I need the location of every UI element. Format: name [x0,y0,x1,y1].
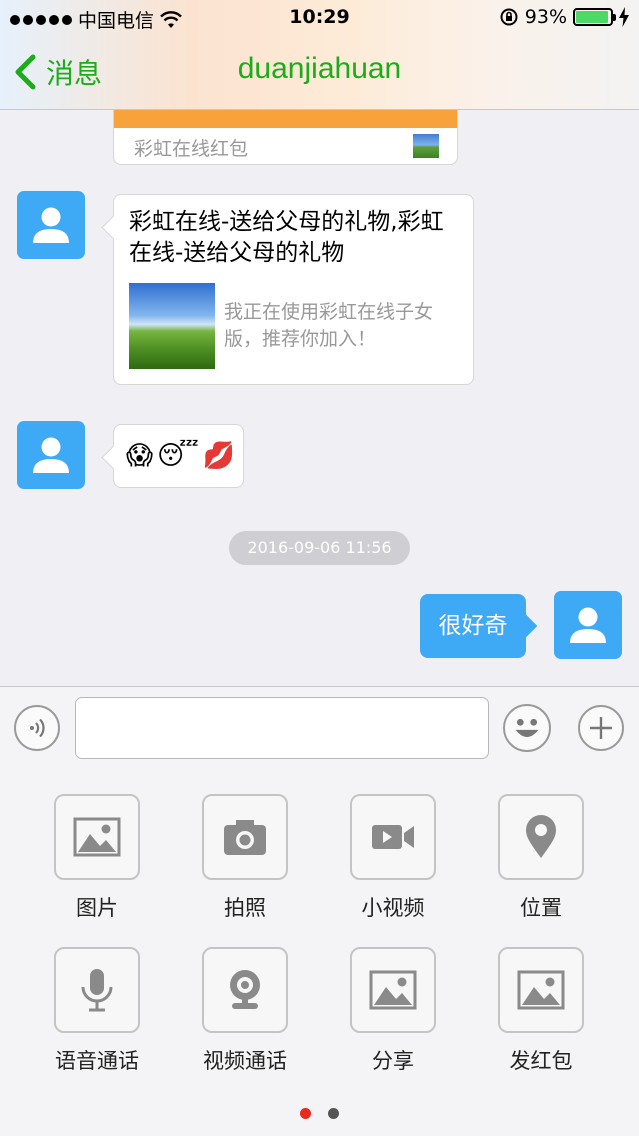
page-indicator[interactable] [0,1108,639,1119]
card-header-bar [114,110,457,128]
message-timestamp: 2016-09-06 11:56 [229,531,410,565]
video-tile [350,794,436,880]
panel-item-label: 分享 [372,1049,414,1073]
panel-item-label: 位置 [520,896,562,920]
kiss-mark-emoji: 💋 [202,441,236,471]
microphone-icon [81,969,113,1012]
panel-item-camera[interactable]: 拍照 [185,768,305,920]
red-packet-card[interactable]: 彩虹在线红包 [113,110,458,165]
scream-emoji: 😱 [126,441,154,471]
charging-bolt-icon [619,7,629,27]
link-card-thumbnail [129,283,215,369]
more-options-button[interactable] [578,705,624,751]
panel-item-label: 小视频 [361,896,425,920]
voice-wave-icon [30,718,45,738]
contact-avatar[interactable] [17,191,85,259]
voice-input-button[interactable] [14,705,60,751]
image-icon [517,970,565,1010]
link-card-message[interactable]: 彩虹在线-送给父母的礼物,彩虹在线-送给父母的礼物 我正在使用彩虹在线子女版，推… [113,194,474,385]
panel-item-short-video[interactable]: 小视频 [333,768,453,920]
my-avatar[interactable] [554,591,622,659]
page-dot[interactable] [300,1108,311,1119]
panel-item-label: 图片 [76,896,118,920]
emoji-button[interactable] [503,704,551,752]
plus-icon [590,717,612,739]
card-thumbnail [413,134,439,158]
video-icon [372,825,414,849]
contact-avatar[interactable] [17,421,85,489]
location-tile [498,794,584,880]
panel-item-label: 视频通话 [203,1049,287,1073]
webcam-icon [230,970,260,1009]
panel-item-video-call[interactable]: 视频通话 [185,921,305,1073]
status-bar: 中国电信 10:29 93% [0,0,639,36]
image-icon [369,970,417,1010]
panel-item-photos[interactable]: 图片 [37,768,157,920]
page-dot[interactable] [328,1108,339,1119]
voice-call-tile [54,947,140,1033]
photo-tile [54,794,140,880]
user-icon [33,207,69,243]
panel-item-voice-call[interactable]: 语音通话 [37,921,157,1073]
smiley-icon [515,718,539,738]
battery-icon [573,8,616,26]
red-packet-card-title: 彩虹在线红包 [134,138,249,160]
input-bar [0,686,639,768]
camera-tile [202,794,288,880]
sleeping-emoji: 😴 [157,441,199,471]
message-input[interactable] [75,697,489,759]
panel-item-share[interactable]: 分享 [333,921,453,1073]
video-call-tile [202,947,288,1033]
link-card-title: 彩虹在线-送给父母的礼物,彩虹在线-送给父母的礼物 [129,209,444,266]
panel-item-label: 拍照 [224,896,266,920]
image-icon [73,817,121,857]
chat-title: duanjiahuan [237,52,402,85]
outgoing-message[interactable]: 很好奇 [420,594,526,658]
red-packet-tile [498,947,584,1033]
camera-icon [224,820,266,855]
panel-item-label: 发红包 [509,1049,573,1073]
panel-item-label: 语音通话 [55,1049,139,1073]
panel-item-red-packet[interactable]: 发红包 [481,921,601,1073]
battery-percent: 93% [524,6,567,28]
user-icon [33,437,69,473]
chat-area[interactable]: 彩虹在线红包 彩虹在线-送给父母的礼物,彩虹在线-送给父母的礼物 我正在使用彩虹… [0,110,639,686]
link-card-description: 我正在使用彩虹在线子女版，推荐你加入！ [224,301,434,350]
attachment-panel: 图片 拍照 小视频 位置 语音通话 视频通话 分享 发红包 [0,768,639,1136]
rotation-lock-icon [500,8,518,26]
emoji-message[interactable]: 😱 😴 💋 [113,424,244,488]
share-tile [350,947,436,1033]
location-icon [526,815,556,858]
user-icon [570,607,606,643]
panel-item-location[interactable]: 位置 [481,768,601,920]
